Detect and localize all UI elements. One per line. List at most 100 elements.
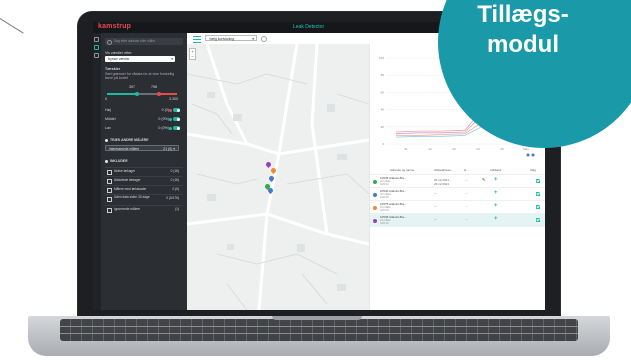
threshold-slider[interactable] — [107, 91, 177, 96]
slider-max-label: 3.300 — [169, 97, 178, 101]
toggle-medium[interactable] — [173, 117, 180, 121]
include-item[interactable]: Ignorerede målere (1) — [105, 205, 183, 214]
row-value: 0 (0%) — [158, 126, 169, 130]
trackpad-notch — [272, 316, 362, 320]
keyboard-row-divider — [60, 326, 578, 327]
pager-dot — [531, 153, 535, 157]
section-selected-meters: TRÆK ANDRE MÅLERE — [105, 138, 149, 142]
decorative-line — [0, 18, 24, 60]
include-item[interactable]: Målere med lækskader 0 (0) — [105, 185, 183, 194]
row-value: 0 (0%) — [158, 117, 169, 121]
threshold-row-medium: Middel 0 (0%) — [105, 116, 183, 122]
edit-icon[interactable]: ✎ — [482, 177, 485, 182]
map-icon[interactable] — [94, 37, 99, 42]
y-tick-label: 60 — [381, 90, 385, 94]
report-icon[interactable] — [94, 53, 99, 58]
include-item[interactable]: Aktive lækager 0 (16) — [105, 167, 183, 176]
checkbox[interactable] — [107, 179, 112, 184]
checkbox[interactable] — [107, 197, 112, 202]
y-tick-label: 40 — [381, 108, 385, 112]
layer-select-value: Vælg kortvisning — [209, 37, 235, 41]
row-checkbox[interactable] — [536, 178, 540, 183]
keyboard-row-divider — [60, 333, 578, 334]
add-on-badge-text: Tillægs- modul — [438, 0, 608, 60]
slider-mark-red: 798 — [151, 85, 157, 89]
search-input[interactable]: Søg efter adresse eller måler — [105, 38, 183, 45]
laptop-keyboard — [60, 319, 578, 341]
column-header-distance: Afstand/resu... — [434, 168, 454, 172]
badge-line-2: modul — [487, 31, 559, 58]
road — [310, 44, 329, 235]
table-row[interactable]: 10540 Atlantis Bre... Område A2010 — — + — [370, 187, 545, 201]
filter-sidebar: Søg efter adresse eller måler Vis værdie… — [101, 33, 187, 310]
row-checkbox[interactable] — [536, 191, 540, 196]
status-dot — [169, 117, 172, 121]
selected-meters-select[interactable]: Interesserede målere 21 (0) ▾ — [105, 145, 179, 151]
selected-meters-count: 21 (0) ▾ — [163, 147, 175, 151]
column-header-h: H... — [464, 168, 469, 172]
checkbox[interactable] — [107, 170, 112, 175]
status-dot — [169, 126, 172, 130]
status-dot — [373, 218, 377, 223]
include-item[interactable]: Afsluttede lækager 0 (16) — [105, 176, 183, 185]
layer-select[interactable]: Vælg kortvisning ▾ — [205, 35, 257, 41]
x-tick-label: 24 — [476, 147, 480, 151]
slider-knob-high[interactable] — [157, 91, 161, 96]
badge-line-1: Tillægs- — [477, 1, 569, 28]
y-tick-label: 0 — [382, 142, 384, 146]
threshold-row-high: Høj 0 (0) — [105, 107, 183, 113]
y-tick-label: 100 — [379, 56, 384, 60]
add-icon[interactable]: + — [494, 203, 498, 209]
toggle-high[interactable] — [173, 108, 180, 112]
section-bullet-icon — [105, 138, 108, 142]
checkbox[interactable] — [107, 188, 112, 193]
table-row[interactable]: 10535 Atlantis Bre... Område A2010 20.12.2… — [370, 174, 545, 188]
checkbox[interactable] — [107, 208, 112, 213]
row-label: Høj — [105, 108, 111, 112]
toggle-low[interactable] — [173, 126, 180, 130]
search-icon — [107, 40, 112, 45]
status-dot — [169, 108, 172, 112]
brand-logo: kamstrup — [98, 23, 132, 30]
row-checkbox[interactable] — [536, 204, 540, 209]
table-row[interactable]: 10575 Atlantis Bre... Område A2010 — — + — [370, 200, 545, 214]
section-bullet-icon — [105, 159, 108, 163]
settings-icon[interactable] — [261, 36, 267, 42]
selected-meters-value: Interesserede målere — [109, 147, 140, 151]
road — [187, 212, 369, 246]
slider-knob-low[interactable] — [135, 91, 139, 96]
column-header-select: Valg — [530, 168, 536, 172]
x-tick-label: May — [523, 147, 529, 151]
column-header-address: Adresse og navne — [390, 168, 415, 172]
row-checkbox[interactable] — [536, 217, 540, 222]
table-row[interactable]: 10535 Atlantis Bre... Område A2010 — — + — [370, 213, 545, 227]
filter-label: Vis værdier efter: — [105, 51, 133, 55]
leak-icon[interactable] — [94, 45, 99, 50]
add-icon[interactable]: + — [494, 216, 498, 222]
chevron-down-icon: ▾ — [252, 37, 254, 41]
status-dot — [373, 192, 377, 197]
y-tick-label: 20 — [381, 125, 385, 129]
map-view[interactable]: + − — [187, 44, 369, 310]
menu-icon[interactable] — [193, 36, 201, 43]
threshold-row-low: Lav 0 (0%) — [105, 125, 183, 131]
filter-select[interactable]: Nyeste værdier ▾ — [105, 56, 175, 62]
slider-mark-teal: 397 — [129, 85, 135, 89]
zoom-out-icon[interactable]: − — [190, 54, 195, 59]
status-dot — [373, 205, 377, 210]
icon-rail — [93, 33, 101, 310]
x-tick-label: 21 — [404, 147, 408, 151]
x-tick-label: 25 — [500, 147, 504, 151]
stage: kamstrup Leak Detector Søg efter adresse… — [0, 0, 631, 360]
map-roads — [187, 44, 369, 310]
add-icon[interactable]: + — [494, 177, 498, 183]
threshold-description: Sæt grænser for rådata for at vise forsk… — [105, 72, 175, 80]
y-tick-label: 80 — [381, 73, 385, 77]
include-item[interactable]: Uden data siden 30 dage 0 (0/175) — [105, 194, 183, 205]
add-icon[interactable]: + — [494, 190, 498, 196]
zoom-control[interactable]: + − — [189, 48, 196, 60]
x-tick-label: 23 — [452, 147, 456, 151]
row-label: Middel — [105, 117, 116, 121]
threshold-title: Tærskler — [105, 67, 121, 71]
slider-min-label: 0 — [105, 97, 107, 101]
